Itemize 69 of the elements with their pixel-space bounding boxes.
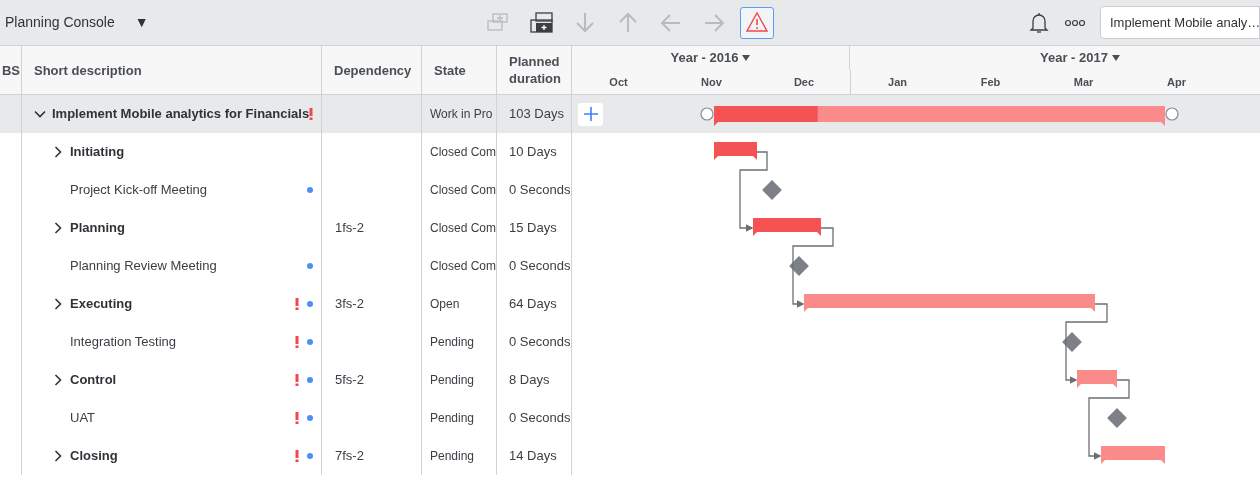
duration-cell-text: 8 Days [509,371,550,390]
duration-cell-text: 0 Seconds [509,181,571,200]
column-header[interactable]: BS [1,61,20,79]
expand-chevron-icon[interactable] [52,374,64,386]
dependency-cell-text: 1fs-2 [335,219,364,238]
column-header[interactable]: Dependency [334,61,412,79]
state-cell-text: Pending [430,410,475,427]
column-header[interactable]: Planned duration [509,53,561,87]
duration-cell-text: 14 Days [509,447,557,466]
task-name[interactable]: Initiating [70,142,125,162]
state-cell-text: Pending [430,334,475,351]
right-arrow-icon [702,11,726,34]
duration-cell-text: 0 Seconds [509,333,571,352]
state-cell-text: Closed Com [430,258,497,275]
notification-bell-icon[interactable] [1028,10,1050,35]
duration-cell-text: 0 Seconds [509,409,571,428]
console-title: Planning Console [5,13,115,32]
expand-chevron-icon[interactable] [52,298,64,310]
column-header[interactable]: Short description [34,61,142,79]
duration-cell-text: 103 Days [509,105,564,124]
expand-chevron-icon[interactable] [52,222,64,234]
task-name[interactable]: Integration Testing [70,332,176,352]
search-field[interactable]: Implement Mobile analy… [1100,6,1260,39]
duration-cell-text: 10 Days [509,143,557,162]
duration-cell-text: 0 Seconds [509,257,571,276]
task-name[interactable]: UAT [70,408,96,428]
state-cell-text: Pending [430,372,475,389]
add-button[interactable] [578,102,603,126]
plus-icon [583,107,598,121]
caret-icon[interactable] [1111,55,1120,61]
collapse-chevron-icon[interactable] [34,108,46,120]
expand-chevron-icon[interactable] [52,146,64,158]
state-cell-text: Closed Com [430,182,497,199]
task-name[interactable]: Executing [70,294,133,314]
dependency-cell-text: 3fs-2 [335,295,364,314]
month-label: Oct [609,74,628,90]
month-label: Mar [1073,74,1094,90]
state-cell-text: Pending [430,448,475,465]
task-name[interactable]: Planning [70,218,125,238]
state-cell-text: Closed Com [430,220,497,237]
left-arrow-icon [659,11,683,34]
add-row-icon [530,11,554,34]
warning-icon [745,11,769,34]
more-options-icon[interactable] [1064,17,1086,28]
year-label[interactable]: Year - 2017 [1040,48,1108,68]
down-arrow-icon [573,11,597,34]
dependency-cell-text: 7fs-2 [335,447,364,466]
task-name[interactable]: Planning Review Meeting [70,256,217,276]
state-cell-text: Work in Pro [430,106,493,123]
dependency-cell-text: 5fs-2 [335,371,364,390]
task-name[interactable]: Control [70,370,117,390]
add-row-icon [487,11,511,34]
month-label: Nov [701,74,722,90]
task-name[interactable]: Project Kick-off Meeting [70,180,208,200]
state-cell-text: Closed Com [430,144,497,161]
caret-icon[interactable] [742,55,751,61]
month-label: Dec [793,74,815,90]
column-header[interactable]: State [434,61,466,79]
menu-dropdown-button[interactable]: ▼ [130,12,153,33]
month-label: Apr [1167,74,1186,90]
task-name[interactable]: Implement Mobile analytics for Financials [52,104,310,124]
year-label[interactable]: Year - 2016 [670,48,739,68]
month-label: Feb [980,74,1001,90]
expand-chevron-icon[interactable] [52,450,64,462]
task-name[interactable]: Closing [70,446,118,466]
duration-cell-text: 64 Days [509,295,557,314]
month-label: Jan [888,74,907,90]
state-cell-text: Open [430,296,460,313]
duration-cell-text: 15 Days [509,219,557,238]
